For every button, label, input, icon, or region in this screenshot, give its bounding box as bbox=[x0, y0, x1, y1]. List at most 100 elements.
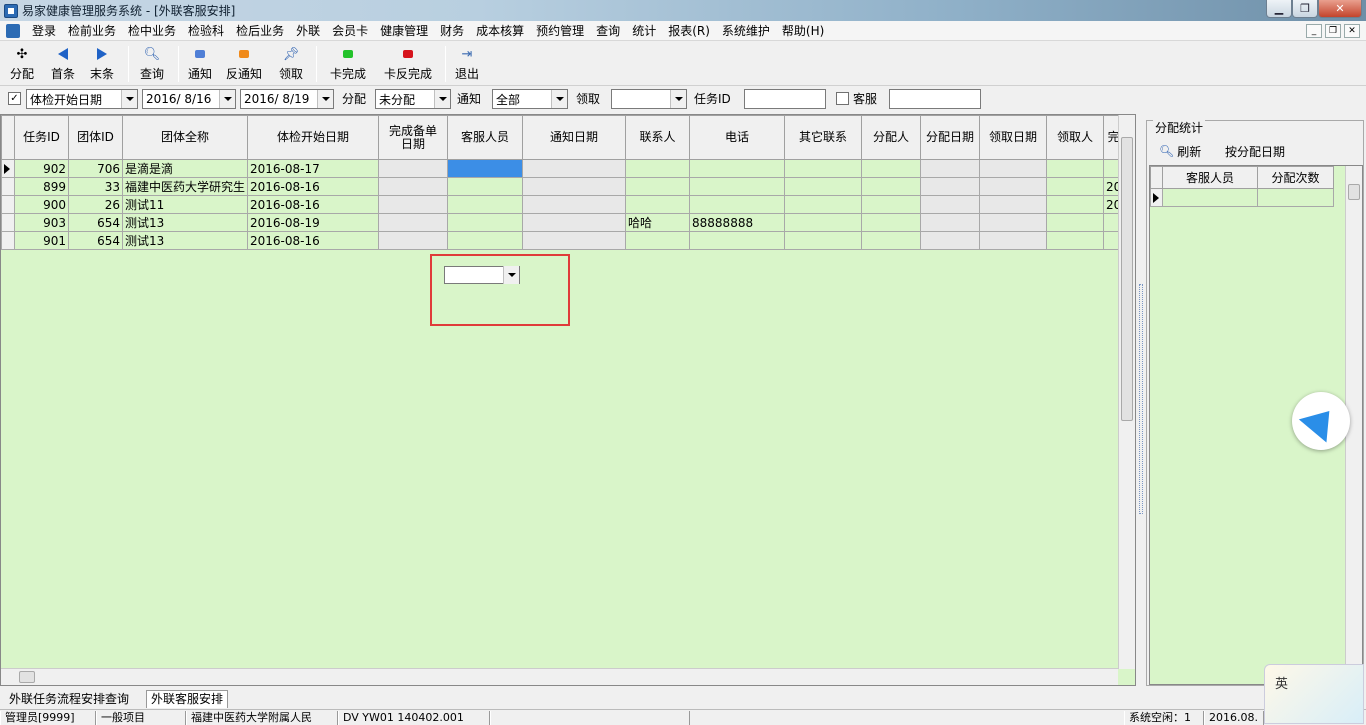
cell-start-date[interactable]: 2016-08-16 bbox=[247, 231, 380, 250]
query-button[interactable]: 🔍︎ 查询 bbox=[140, 44, 164, 84]
cell-contact[interactable] bbox=[625, 177, 691, 196]
table-row[interactable]: 900 26 测试11 2016-08-16 20 bbox=[1, 195, 1125, 214]
cell-receiver[interactable] bbox=[1046, 213, 1105, 232]
cell-receive-date[interactable] bbox=[979, 213, 1048, 232]
menu-statistics[interactable]: 统计 bbox=[626, 21, 662, 41]
cell-start-date[interactable]: 2016-08-17 bbox=[247, 159, 380, 178]
cell-complete-date[interactable] bbox=[378, 195, 449, 214]
cell-contact[interactable] bbox=[625, 195, 691, 214]
menu-appointment[interactable]: 预约管理 bbox=[530, 21, 590, 41]
cell-complete-date[interactable] bbox=[378, 159, 449, 178]
menu-health-mgmt[interactable]: 健康管理 bbox=[374, 21, 434, 41]
mdi-minimize-button[interactable]: _ bbox=[1306, 24, 1322, 38]
scrollbar-thumb[interactable] bbox=[1121, 137, 1133, 421]
card-complete-button[interactable]: 卡完成 bbox=[330, 44, 366, 84]
unnotify-button[interactable]: 反通知 bbox=[226, 44, 262, 84]
cell-receiver[interactable] bbox=[1046, 195, 1105, 214]
scrollbar-thumb[interactable] bbox=[1348, 184, 1360, 200]
cell-complete-date[interactable] bbox=[378, 177, 449, 196]
by-assign-date-button[interactable]: 按分配日期 bbox=[1225, 141, 1285, 161]
column-header[interactable]: 客服人员 bbox=[1162, 166, 1258, 189]
date-from-picker[interactable]: 2016/ 8/16 bbox=[142, 89, 236, 109]
column-header[interactable]: 客服人员 bbox=[447, 115, 524, 160]
cell-group-name[interactable]: 测试13 bbox=[121, 213, 249, 232]
last-record-button[interactable]: 末条 bbox=[90, 44, 114, 84]
cell-service-staff[interactable] bbox=[447, 159, 524, 178]
cell-receive-date[interactable] bbox=[979, 231, 1048, 250]
cell-start-date[interactable]: 2016-08-19 bbox=[247, 213, 380, 232]
cell-other-contact[interactable] bbox=[784, 231, 863, 250]
cell-contact[interactable]: 哈哈 bbox=[625, 213, 691, 232]
column-header[interactable]: 团体全称 bbox=[121, 115, 249, 160]
cell-other-contact[interactable] bbox=[784, 177, 863, 196]
cell-contact[interactable] bbox=[625, 159, 691, 178]
table-row[interactable]: 902 706 是滴是滴 2016-08-17 bbox=[1, 159, 1125, 178]
menu-login[interactable]: 登录 bbox=[26, 21, 62, 41]
menu-reports[interactable]: 报表(R) bbox=[662, 21, 716, 41]
ime-indicator[interactable]: 英 bbox=[1264, 664, 1364, 724]
column-header[interactable]: 领取日期 bbox=[979, 115, 1048, 160]
menu-outreach[interactable]: 外联 bbox=[290, 21, 326, 41]
cell-receive-date[interactable] bbox=[979, 177, 1048, 196]
column-header[interactable]: 分配日期 bbox=[920, 115, 981, 160]
cell-start-date[interactable]: 2016-08-16 bbox=[247, 195, 380, 214]
menu-cost[interactable]: 成本核算 bbox=[470, 21, 530, 41]
cell-assign-date[interactable] bbox=[920, 231, 981, 250]
cell-assign-date[interactable] bbox=[920, 177, 981, 196]
cell-receiver[interactable] bbox=[1046, 177, 1105, 196]
cell-phone[interactable] bbox=[689, 231, 786, 250]
tab-outreach-flow[interactable]: 外联任务流程安排查询 bbox=[4, 690, 134, 708]
app-menu-icon[interactable] bbox=[6, 23, 20, 38]
menu-in-exam[interactable]: 检中业务 bbox=[122, 21, 182, 41]
scrollbar-thumb[interactable] bbox=[19, 671, 35, 683]
cell-other-contact[interactable] bbox=[784, 213, 863, 232]
cell-notify-date[interactable] bbox=[522, 177, 627, 196]
column-header[interactable]: 完成备单日期 bbox=[378, 115, 449, 160]
menu-lab[interactable]: 检验科 bbox=[182, 21, 230, 41]
column-header[interactable]: 领取人 bbox=[1046, 115, 1105, 160]
cell-task-id[interactable]: 903 bbox=[14, 213, 69, 232]
date-filter-checkbox[interactable]: ✓ bbox=[8, 92, 21, 105]
column-header[interactable]: 分配次数 bbox=[1257, 166, 1334, 189]
column-header[interactable]: 分配人 bbox=[861, 115, 922, 160]
cell-other-contact[interactable] bbox=[784, 159, 863, 178]
cell-receive-date[interactable] bbox=[979, 159, 1048, 178]
cell-group-name[interactable]: 测试11 bbox=[121, 195, 249, 214]
cell-assign-date[interactable] bbox=[920, 159, 981, 178]
date-type-select[interactable]: 体检开始日期 bbox=[26, 89, 138, 109]
menu-pre-exam[interactable]: 检前业务 bbox=[62, 21, 122, 41]
cell-notify-date[interactable] bbox=[522, 159, 627, 178]
cell-notify-date[interactable] bbox=[522, 213, 627, 232]
table-row[interactable]: 903 654 测试13 2016-08-19 哈哈 88888888 bbox=[1, 213, 1125, 232]
cell-task-id[interactable]: 900 bbox=[14, 195, 69, 214]
floating-bird-icon[interactable] bbox=[1292, 392, 1350, 450]
cell-service-staff[interactable] bbox=[447, 195, 524, 214]
date-to-picker[interactable]: 2016/ 8/19 bbox=[240, 89, 334, 109]
menu-finance[interactable]: 财务 bbox=[434, 21, 470, 41]
cell-group-id[interactable]: 654 bbox=[68, 213, 123, 232]
cell-group-name[interactable]: 测试13 bbox=[121, 231, 249, 250]
menu-system[interactable]: 系统维护 bbox=[716, 21, 776, 41]
column-header[interactable]: 电话 bbox=[689, 115, 786, 160]
card-uncomplete-button[interactable]: 卡反完成 bbox=[384, 44, 432, 84]
table-row[interactable] bbox=[1150, 188, 1334, 207]
mdi-close-button[interactable]: ✕ bbox=[1344, 24, 1360, 38]
cell-phone[interactable] bbox=[689, 177, 786, 196]
table-row[interactable]: 901 654 测试13 2016-08-16 bbox=[1, 231, 1125, 250]
cell-assign-date[interactable] bbox=[920, 195, 981, 214]
cell-receiver[interactable] bbox=[1046, 231, 1105, 250]
close-button[interactable]: ✕ bbox=[1318, 0, 1362, 18]
cell-notify-date[interactable] bbox=[522, 231, 627, 250]
cell-complete-date[interactable] bbox=[378, 231, 449, 250]
cell-task-id[interactable]: 899 bbox=[14, 177, 69, 196]
column-header[interactable]: 任务ID bbox=[14, 115, 69, 160]
service-filter-checkbox[interactable] bbox=[836, 92, 849, 105]
cell-phone[interactable] bbox=[689, 159, 786, 178]
cell-group-name[interactable]: 福建中医药大学研究生 bbox=[121, 177, 249, 196]
mdi-restore-button[interactable]: ❐ bbox=[1325, 24, 1341, 38]
column-header[interactable]: 团体ID bbox=[68, 115, 123, 160]
cell-group-id[interactable]: 26 bbox=[68, 195, 123, 214]
cell-receive-date[interactable] bbox=[979, 195, 1048, 214]
menu-query[interactable]: 查询 bbox=[590, 21, 626, 41]
exit-button[interactable]: ⇥ 退出 bbox=[455, 44, 479, 84]
